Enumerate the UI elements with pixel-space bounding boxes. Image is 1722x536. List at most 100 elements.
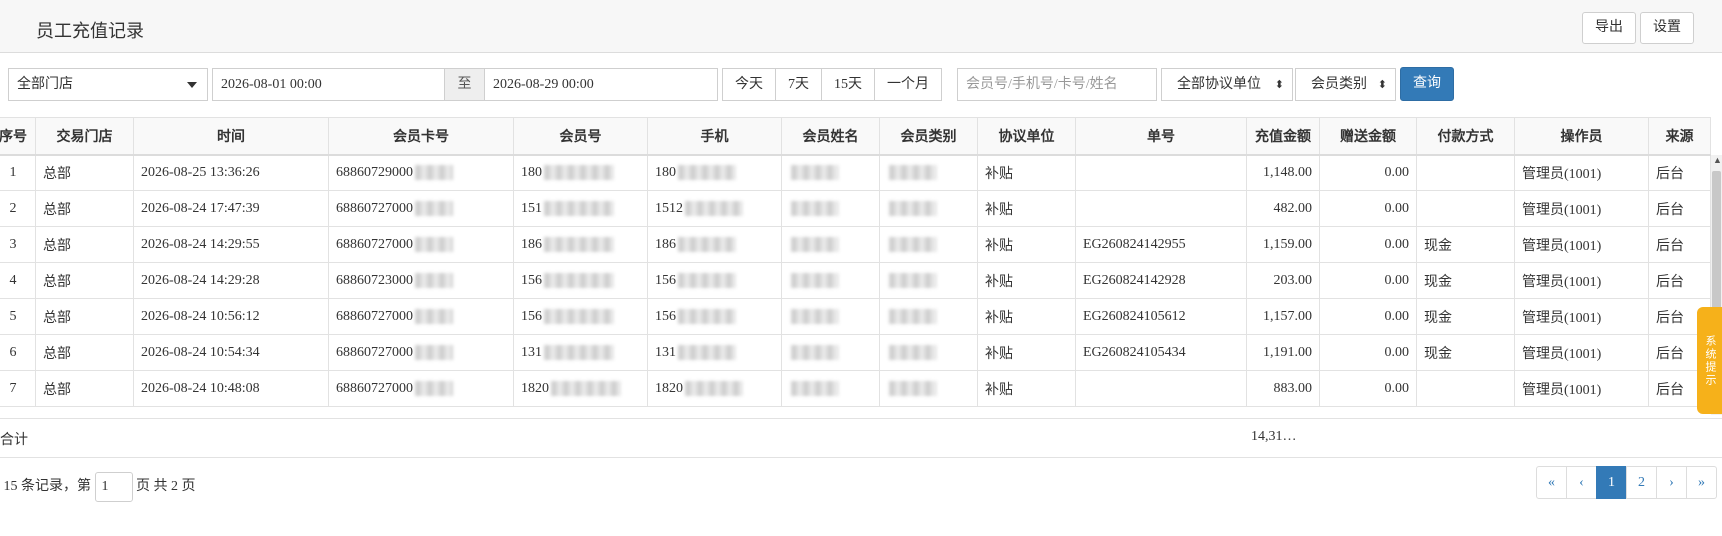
cell-operator: 管理员(1001) <box>1514 262 1649 299</box>
column-header[interactable]: 时间 <box>133 117 329 156</box>
cell-text: 6 <box>9 344 17 360</box>
scroll-up-icon[interactable]: ▲ <box>1713 155 1722 165</box>
redacted-mask <box>415 380 453 396</box>
cell-order <box>1075 154 1247 191</box>
cell-time: 2026-08-24 10:48:08 <box>133 370 329 407</box>
table-row[interactable]: 5 总部 2026-08-24 10:56:12 68860727000 156 156 补… <box>0 298 1711 335</box>
range-month-button[interactable]: 一个月 <box>875 69 941 100</box>
cell-text: 1512 <box>655 200 683 216</box>
cell-source: 后台 <box>1648 190 1711 227</box>
range-15days-button[interactable]: 15天 <box>822 69 875 100</box>
store-select[interactable]: 全部门店 <box>8 68 208 101</box>
cell-text: 总部 <box>43 238 71 254</box>
cell-order: EG260824142928 <box>1075 262 1247 299</box>
column-header[interactable]: 单号 <box>1075 117 1247 156</box>
cell-card: 68860727000 <box>328 334 514 371</box>
cell-member-no: 1820 <box>513 370 648 407</box>
column-header[interactable]: 会员卡号 <box>328 117 514 156</box>
cell-text: 156 <box>655 308 676 324</box>
table-row[interactable]: 1 总部 2026-08-25 13:36:26 68860729000 180 180 补… <box>0 154 1711 191</box>
cell-unit: 补贴 <box>977 298 1076 335</box>
redacted-mask <box>889 272 937 288</box>
export-button[interactable]: 导出 <box>1582 12 1636 44</box>
range-today-button[interactable]: 今天 <box>723 69 776 100</box>
cell-text: 后台 <box>1656 238 1684 254</box>
query-button[interactable]: 查询 <box>1400 67 1454 101</box>
column-header[interactable]: 赠送金额 <box>1319 117 1417 156</box>
next-page-button[interactable]: › <box>1656 466 1687 499</box>
agreement-unit-select[interactable]: 全部协议单位 ⬍ <box>1161 68 1293 101</box>
column-header[interactable]: 会员类别 <box>879 117 978 156</box>
table-row[interactable]: 3 总部 2026-08-24 14:29:55 68860727000 186 186 补… <box>0 226 1711 263</box>
column-header[interactable]: 来源 <box>1648 117 1711 156</box>
column-header[interactable]: 会员姓名 <box>781 117 880 156</box>
cell-unit: 补贴 <box>977 154 1076 191</box>
cell-text: 总部 <box>43 274 71 290</box>
cell-card: 68860729000 <box>328 154 514 191</box>
redacted-mask <box>415 344 453 360</box>
cell-text: 4 <box>9 272 17 288</box>
settings-button[interactable]: 设置 <box>1640 12 1694 44</box>
cell-time: 2026-08-24 10:56:12 <box>133 298 329 335</box>
cell-operator: 管理员(1001) <box>1514 370 1649 407</box>
cell-text: 管理员(1001) <box>1522 274 1602 290</box>
member-type-select[interactable]: 会员类别 ⬍ <box>1295 68 1396 101</box>
column-header[interactable]: 操作员 <box>1514 117 1649 156</box>
column-header[interactable]: 协议单位 <box>977 117 1076 156</box>
cell-text: 2026-08-25 13:36:26 <box>141 164 260 180</box>
cell-text: 1 <box>9 164 17 180</box>
page-1-button[interactable]: 1 <box>1596 466 1627 499</box>
cell-phone: 156 <box>647 298 782 335</box>
cell-text: 0.00 <box>1384 200 1410 216</box>
total-row: 合计 14,31… <box>0 418 1722 458</box>
first-page-button[interactable]: « <box>1536 466 1567 499</box>
cell-member-no: 151 <box>513 190 648 227</box>
column-header[interactable]: 充值金额 <box>1246 117 1320 156</box>
cell-text: 68860727000 <box>336 344 413 360</box>
cell-pay: 现金 <box>1416 334 1515 371</box>
page-2-button[interactable]: 2 <box>1626 466 1657 499</box>
cell-order <box>1075 370 1247 407</box>
prev-page-button[interactable]: ‹ <box>1566 466 1597 499</box>
cell-time: 2026-08-24 14:29:55 <box>133 226 329 263</box>
system-tip-tab[interactable]: 系统提示 <box>1697 307 1722 414</box>
cell-name <box>781 334 880 371</box>
table-row[interactable]: 4 总部 2026-08-24 14:29:28 68860723000 156 156 补… <box>0 262 1711 299</box>
cell-store: 总部 <box>35 262 134 299</box>
table-row[interactable]: 2 总部 2026-08-24 17:47:39 68860727000 151 1512… <box>0 190 1711 227</box>
last-page-button[interactable]: » <box>1686 466 1717 499</box>
cell-type <box>879 298 978 335</box>
cell-text: 0.00 <box>1384 272 1410 288</box>
cell-name <box>781 298 880 335</box>
range-7days-button[interactable]: 7天 <box>776 69 822 100</box>
redacted-mask <box>415 236 453 252</box>
cell-time: 2026-08-25 13:36:26 <box>133 154 329 191</box>
column-header[interactable]: 会员号 <box>513 117 648 156</box>
quick-range-group: 今天 7天 15天 一个月 <box>722 68 942 101</box>
member-search-input[interactable]: 会员号/手机号/卡号/姓名 <box>957 68 1157 101</box>
column-header[interactable]: 交易门店 <box>35 117 134 156</box>
page-number-input[interactable]: 1 <box>94 471 133 502</box>
table-row[interactable]: 7 总部 2026-08-24 10:48:08 68860727000 1820 182… <box>0 370 1711 407</box>
cell-bonus: 0.00 <box>1319 370 1417 407</box>
cell-no: 6 <box>0 334 36 371</box>
cell-amount: 1,159.00 <box>1246 226 1320 263</box>
cell-text: 现金 <box>1424 238 1452 254</box>
cell-text: 180 <box>655 164 676 180</box>
column-header[interactable]: 序号 <box>0 117 36 156</box>
cell-text: 68860727000 <box>336 308 413 324</box>
date-from-input[interactable]: 2026-08-01 00:00 <box>212 68 445 101</box>
cell-card: 68860727000 <box>328 190 514 227</box>
redacted-mask <box>544 236 614 252</box>
cell-text: 68860727000 <box>336 380 413 396</box>
cell-text: 68860723000 <box>336 272 413 288</box>
redacted-mask <box>551 380 621 396</box>
cell-text: 1820 <box>521 380 549 396</box>
cell-card: 68860727000 <box>328 370 514 407</box>
column-header[interactable]: 付款方式 <box>1416 117 1515 156</box>
cell-text: EG260824142928 <box>1083 272 1186 288</box>
column-header[interactable]: 手机 <box>647 117 782 156</box>
table-row[interactable]: 6 总部 2026-08-24 10:54:34 68860727000 131 131 补… <box>0 334 1711 371</box>
date-to-input[interactable]: 2026-08-29 00:00 <box>484 68 718 101</box>
cell-pay: 现金 <box>1416 226 1515 263</box>
